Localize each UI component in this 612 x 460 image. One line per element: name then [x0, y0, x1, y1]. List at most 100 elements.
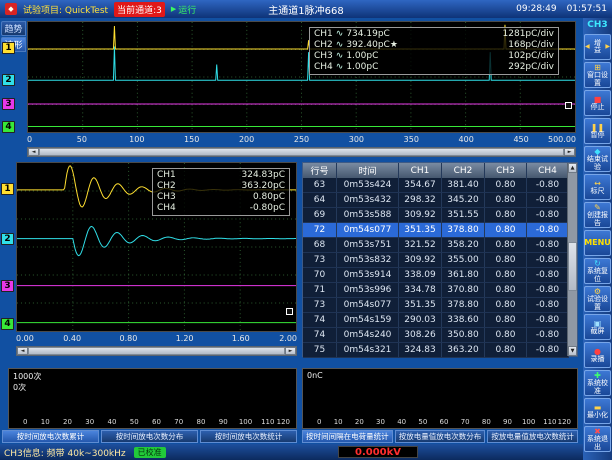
channel-badge-ch1[interactable]: 1: [2, 42, 15, 54]
toolbar-button-system-reset[interactable]: ↻系统复位: [584, 258, 611, 284]
toolbar-button-record[interactable]: ●录播: [584, 342, 611, 368]
toolbar-button-menu[interactable]: MENU: [584, 230, 611, 256]
bottom-tab[interactable]: 按时间放电次数统计: [200, 430, 297, 443]
table-row[interactable]: 740m54s159290.03338.600.80-0.80: [303, 313, 569, 328]
scroll-thumb[interactable]: [39, 148, 564, 156]
clock: 09:28:49: [516, 4, 556, 14]
view-tab-trend[interactable]: 趋势: [1, 21, 26, 36]
waveform-x-axis: 0.000.400.801.201.602.00: [16, 334, 297, 345]
bottom-tab[interactable]: 按放电量值放电次数统计: [487, 430, 578, 443]
time-count-histogram-panel: 1000次 0次 0102030405060708090100110120: [8, 368, 297, 429]
bottom-tab[interactable]: 按时间放电次数累计: [2, 430, 99, 443]
table-header-cell: CH4: [527, 163, 569, 178]
table-cell: 69: [303, 208, 337, 222]
table-cell: 298.32: [399, 193, 442, 207]
x-tick-label: 40: [108, 418, 117, 426]
x-tick-label: 500.00: [548, 135, 576, 144]
table-cell: -0.80: [527, 283, 569, 297]
scroll-left-button[interactable]: ◄: [28, 148, 39, 156]
bottom-tab[interactable]: 按时间放电次数分布: [101, 430, 198, 443]
table-cell: 0.80: [485, 208, 527, 222]
toolbar-button-minimize[interactable]: ▬最小化: [584, 398, 611, 424]
legend-value: 363.20pC: [242, 181, 286, 192]
toolbar-button-test-settings[interactable]: ⚙试验设置: [584, 286, 611, 312]
gain-decrease-icon[interactable]: ◀: [585, 43, 590, 51]
legend-channel: CH1: [157, 170, 176, 181]
scroll-right-button[interactable]: ►: [285, 347, 296, 355]
toolbar-button-stop[interactable]: ■停止: [584, 90, 611, 116]
channel-badge-ch4[interactable]: 4: [1, 318, 14, 330]
x-tick-label: 80: [482, 418, 491, 426]
x-tick-label: 100: [522, 418, 535, 426]
legend-row: CH4∿1.00pC292pC/div: [314, 62, 554, 73]
toolbar-button-calibrate[interactable]: ✚系统校准: [584, 370, 611, 396]
table-row[interactable]: 690m53s588309.92351.550.80-0.80: [303, 208, 569, 223]
pulse-scope-panel[interactable]: CH1∿734.19pC1281pC/divCH2∿392.40pC★168pC…: [27, 21, 576, 133]
table-row[interactable]: 680m53s751321.52358.200.80-0.80: [303, 238, 569, 253]
toolbar-button-exit[interactable]: ✖系统退出: [584, 426, 611, 452]
channel-badge-ch2[interactable]: 2: [1, 233, 14, 245]
toolbar-button-screenshot[interactable]: ▣截屏: [584, 314, 611, 340]
table-row[interactable]: 740m54s240308.26350.800.80-0.80: [303, 328, 569, 343]
table-cell: 378.80: [442, 223, 485, 237]
legend-scale: 102pC/div: [508, 51, 554, 62]
table-cell: 0m53s432: [337, 193, 399, 207]
legend-row: CH2 363.20pC: [157, 181, 285, 192]
scroll-thumb[interactable]: [568, 242, 577, 290]
table-row[interactable]: 700m53s914338.09361.800.80-0.80: [303, 268, 569, 283]
wave-icon: ∿: [336, 29, 344, 40]
table-row[interactable]: 730m53s832309.92355.000.80-0.80: [303, 253, 569, 268]
toolbar-button-create-report[interactable]: ✎创建报告: [584, 202, 611, 228]
table-row[interactable]: 720m54s077351.35378.800.80-0.80: [303, 223, 569, 238]
channel-badge-ch3[interactable]: 3: [1, 280, 14, 292]
table-cell: 351.35: [399, 223, 442, 237]
legend-channel: CH2: [157, 181, 176, 192]
table-row[interactable]: 640m53s432298.32345.200.80-0.80: [303, 193, 569, 208]
table-cell: 0m54s077: [337, 223, 399, 237]
table-cell: 351.55: [442, 208, 485, 222]
table-row[interactable]: 750m54s321324.83363.200.80-0.80: [303, 343, 569, 358]
toolbar-button-window-settings[interactable]: ⊞窗口设置: [584, 62, 611, 88]
channel-badge-ch2[interactable]: 2: [2, 74, 15, 86]
scroll-down-button[interactable]: ▼: [568, 346, 577, 356]
waveform-cursor-handle[interactable]: [286, 308, 293, 315]
pulse-cursor-handle[interactable]: [565, 102, 572, 109]
scroll-thumb[interactable]: [28, 347, 285, 355]
run-label: 运行: [178, 3, 196, 16]
toolbar-button-pause[interactable]: ❚❚暂停: [584, 118, 611, 144]
table-row[interactable]: 730m54s077351.35378.800.80-0.80: [303, 298, 569, 313]
toolbar-button-gain[interactable]: ◀增益▶: [584, 34, 611, 60]
table-scrollbar[interactable]: ▲ ▼: [567, 163, 577, 356]
elapsed-time: 01:57:51: [567, 4, 607, 14]
scroll-up-button[interactable]: ▲: [568, 163, 577, 173]
table-cell: 0.80: [485, 223, 527, 237]
scroll-track[interactable]: [568, 173, 577, 346]
pulse-scrollbar[interactable]: ◄ ►: [27, 147, 576, 157]
table-cell: 74: [303, 313, 337, 327]
table-cell: 0m53s588: [337, 208, 399, 222]
toolbar-button-end-test[interactable]: ◆结束试验: [584, 146, 611, 172]
x-tick-label: 300: [349, 135, 364, 144]
channel-badge-ch4[interactable]: 4: [2, 121, 15, 133]
x-tick-label: 10: [334, 418, 343, 426]
scroll-right-button[interactable]: ►: [564, 148, 575, 156]
gain-increase-icon[interactable]: ▶: [605, 43, 610, 51]
x-tick-label: 30: [85, 418, 94, 426]
table-cell: 0m53s832: [337, 253, 399, 267]
table-cell: 338.09: [399, 268, 442, 282]
table-cell: 0m54s240: [337, 328, 399, 342]
toolbar-button-ruler[interactable]: ↔标尺: [584, 174, 611, 200]
channel-badge-ch1[interactable]: 1: [1, 183, 14, 195]
bottom-tab[interactable]: 按放电量值放电次数分布: [395, 430, 486, 443]
bottom-tab[interactable]: 按时间间隔在电荷量统计: [302, 430, 393, 443]
legend-value: 1.00pC: [346, 62, 378, 73]
waveform-scrollbar[interactable]: ◄ ►: [16, 346, 297, 356]
scroll-left-button[interactable]: ◄: [17, 347, 28, 355]
table-row[interactable]: 710m53s996334.78370.800.80-0.80: [303, 283, 569, 298]
table-row[interactable]: 630m53s424354.67381.400.80-0.80: [303, 178, 569, 193]
legend-value: 324.83pC: [242, 170, 286, 181]
channel-badge-ch3[interactable]: 3: [2, 98, 15, 110]
x-tick-label: 60: [152, 418, 161, 426]
pulse-x-axis: 050100150200250300350400450500.00: [27, 135, 576, 146]
waveform-scope-panel[interactable]: CH1324.83pCCH2363.20pCCH30.80pCCH4-0.80p…: [16, 162, 297, 332]
